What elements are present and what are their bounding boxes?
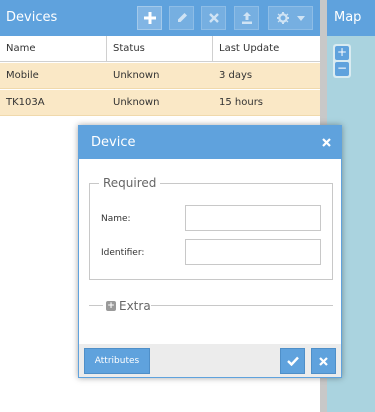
identifier-input[interactable] xyxy=(185,239,321,265)
close-icon xyxy=(321,137,331,147)
x-icon xyxy=(208,13,219,23)
plus-icon xyxy=(143,12,156,24)
identifier-label: Identifier: xyxy=(101,248,145,258)
table-row[interactable]: Mobile Unknown 3 days xyxy=(0,63,320,89)
cancel-button[interactable] xyxy=(311,348,336,374)
dialog-title: Device xyxy=(91,135,136,150)
expand-extra-toggle[interactable]: + xyxy=(106,301,116,311)
cell-status: Unknown xyxy=(113,70,160,81)
map-panel-title: Map xyxy=(334,10,362,25)
column-header-status[interactable]: Status xyxy=(107,36,213,62)
divider xyxy=(151,305,333,306)
cell-last-update: 15 hours xyxy=(219,97,264,108)
devices-grid-header: Name Status Last Update xyxy=(0,36,320,62)
cell-status: Unknown xyxy=(113,97,160,108)
extra-legend[interactable]: Extra xyxy=(119,298,151,314)
dialog-header[interactable]: Device xyxy=(79,126,341,159)
map-panel-header: Map xyxy=(327,0,375,36)
edit-device-button[interactable] xyxy=(169,6,194,30)
send-command-button[interactable] xyxy=(234,6,259,30)
zoom-control: + − xyxy=(333,44,351,78)
save-button[interactable] xyxy=(280,348,305,374)
name-label: Name: xyxy=(101,214,131,224)
column-header-last-update[interactable]: Last Update xyxy=(213,36,320,62)
table-row[interactable]: TK103A Unknown 15 hours xyxy=(0,90,320,116)
dialog-close-button[interactable] xyxy=(319,135,333,149)
device-settings-menu-button[interactable] xyxy=(268,6,313,30)
required-fieldset: Required Name: Identifier: xyxy=(89,175,333,280)
attributes-button[interactable]: Attributes xyxy=(84,348,150,374)
remove-device-button[interactable] xyxy=(201,6,226,30)
checkmark-icon xyxy=(286,356,299,366)
dialog-footer: Attributes xyxy=(79,344,341,377)
column-header-name[interactable]: Name xyxy=(0,36,107,62)
upload-icon xyxy=(241,12,252,24)
name-input[interactable] xyxy=(185,205,321,231)
gear-icon xyxy=(276,12,289,24)
caret-down-icon xyxy=(296,15,305,21)
required-legend: Required xyxy=(99,175,161,191)
cell-name: Mobile xyxy=(6,70,39,81)
divider xyxy=(89,305,103,306)
cell-last-update: 3 days xyxy=(219,70,253,81)
zoom-in-button[interactable]: + xyxy=(335,46,349,60)
x-icon xyxy=(319,356,328,366)
cell-name: TK103A xyxy=(6,97,45,108)
add-device-button[interactable] xyxy=(137,6,162,30)
pencil-icon xyxy=(177,13,187,22)
devices-panel-header: Devices xyxy=(0,0,320,36)
device-dialog: Device Required Name: Identifier: + Extr… xyxy=(78,125,342,378)
devices-panel-title: Devices xyxy=(6,10,58,25)
extra-fieldset: + Extra xyxy=(89,298,333,314)
zoom-out-button[interactable]: − xyxy=(335,62,349,76)
